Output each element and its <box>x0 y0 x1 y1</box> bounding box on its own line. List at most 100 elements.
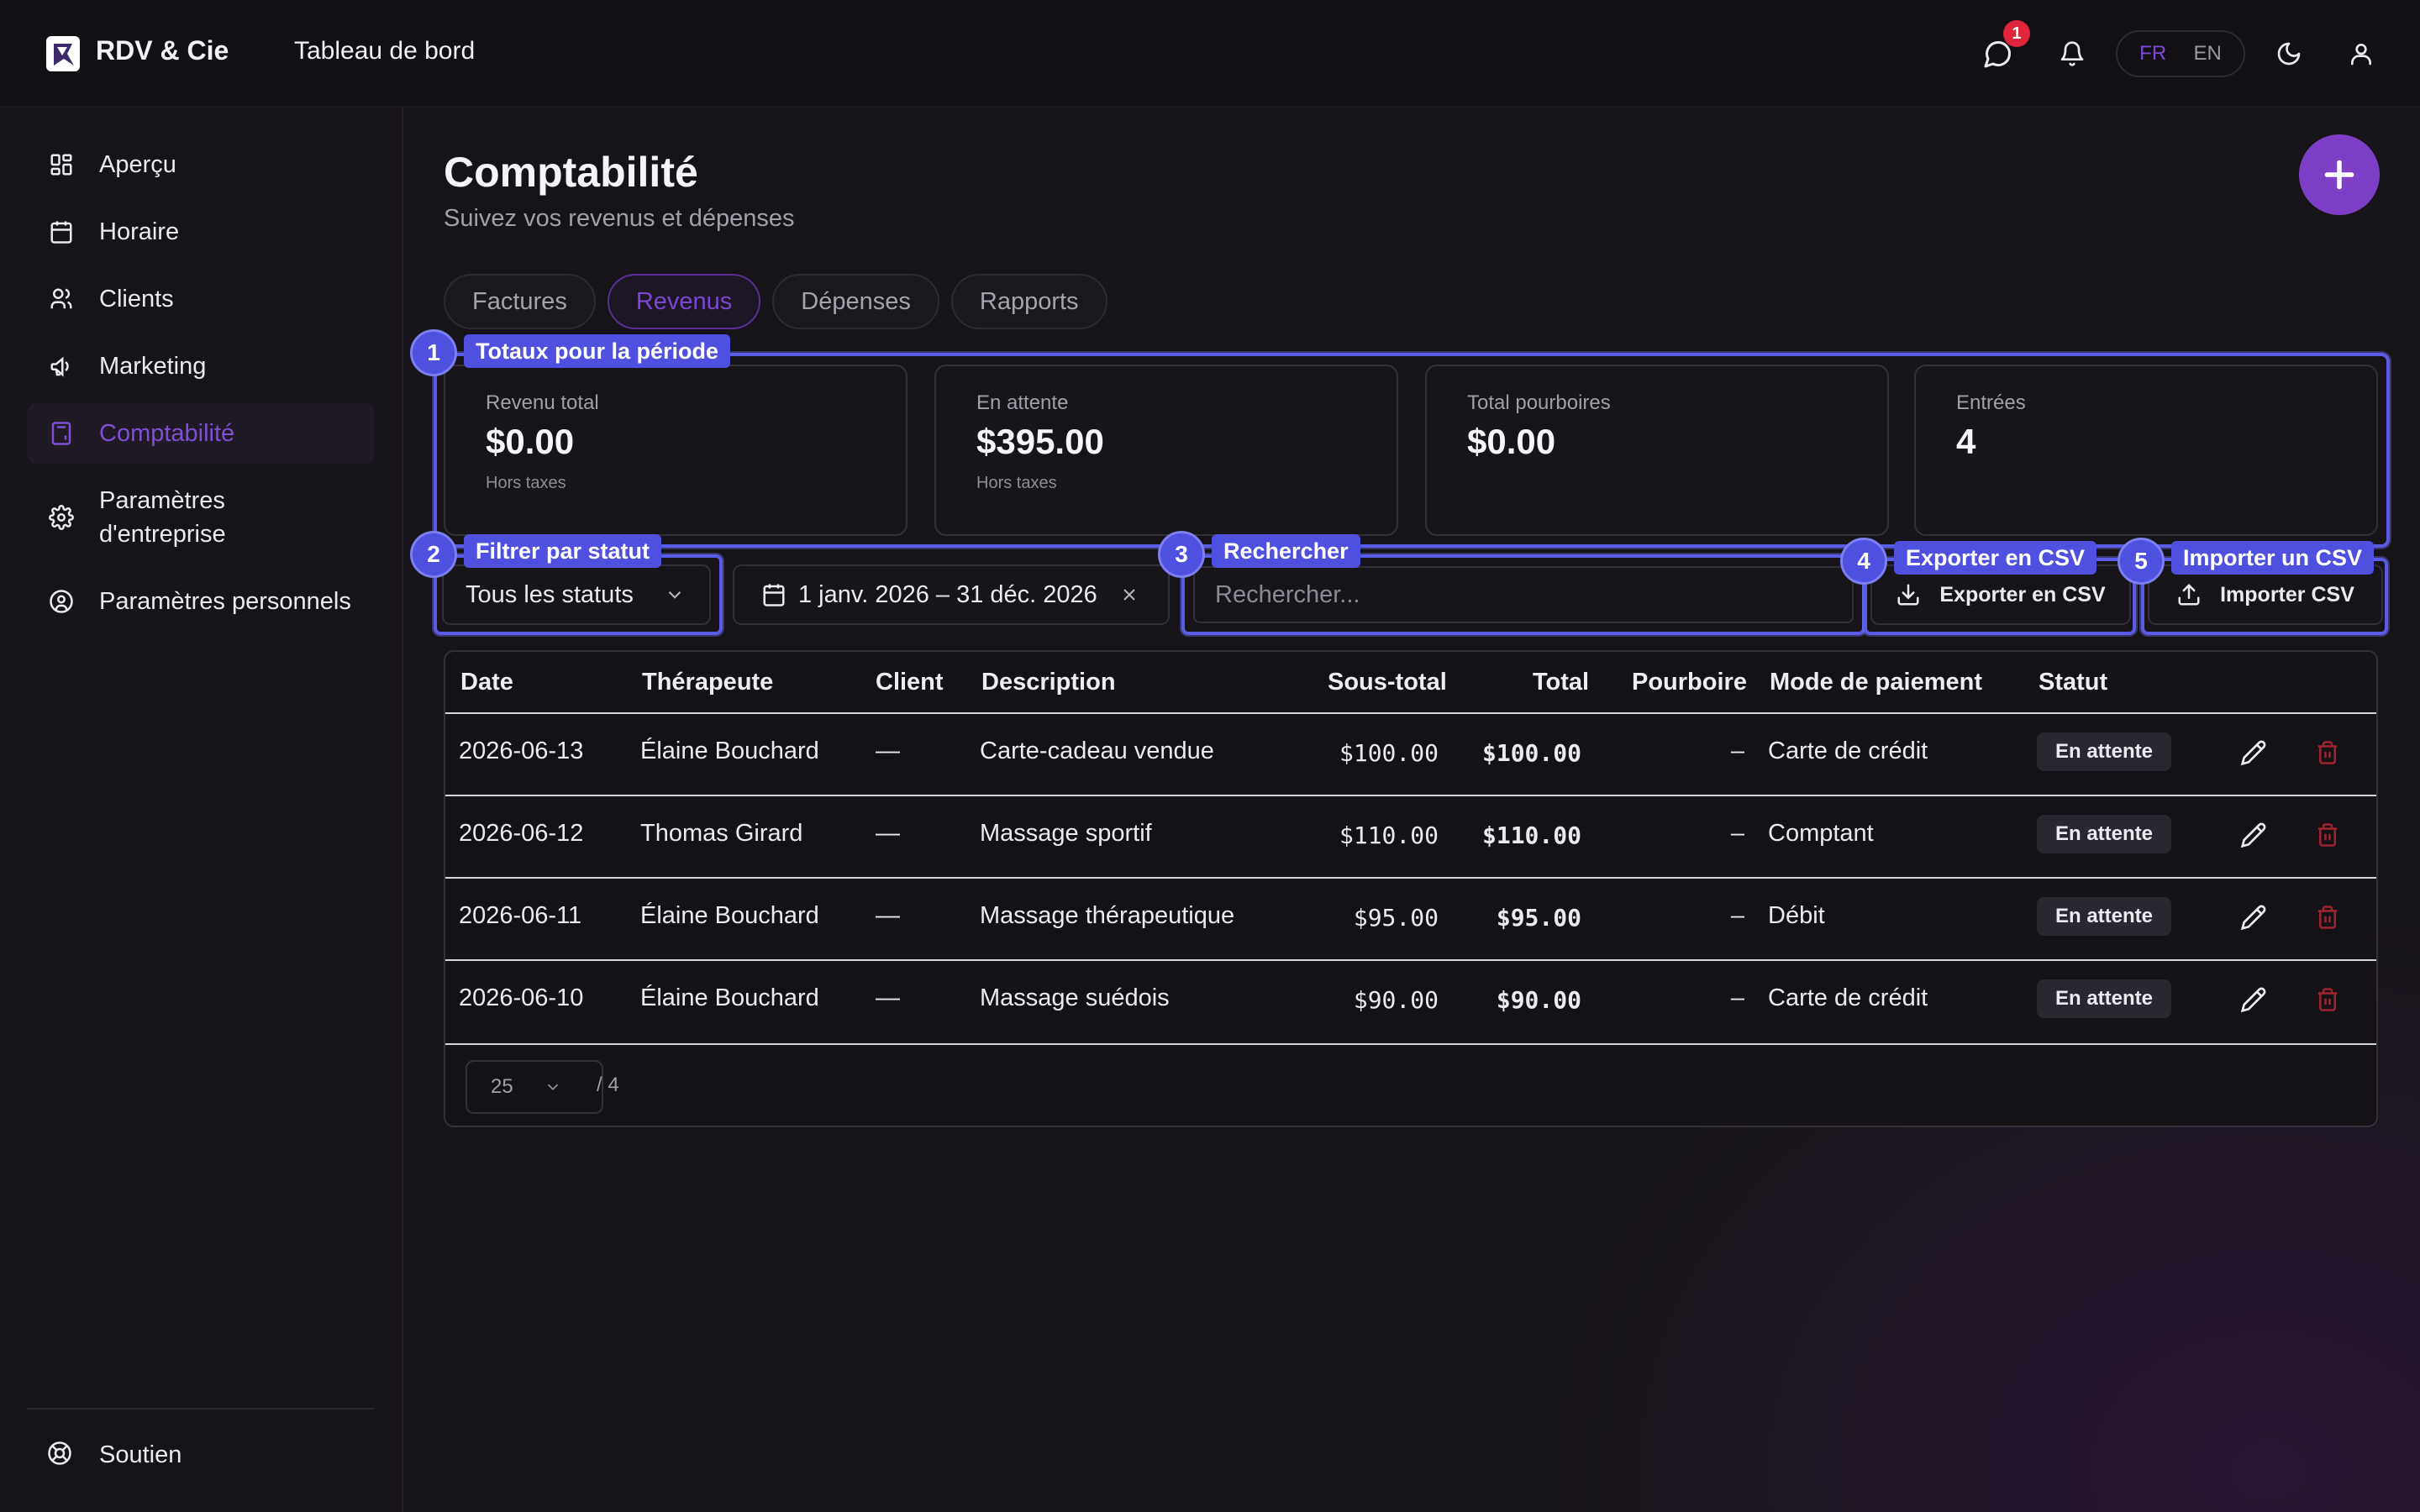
chevron-down-icon <box>668 591 681 599</box>
col-header-total[interactable]: Total <box>1533 669 1589 696</box>
status-badge: En attente <box>2037 979 2172 1018</box>
stat-value: 4 <box>1956 422 1976 461</box>
cell-total: $90.00 <box>1496 986 1581 1014</box>
lang-en[interactable]: EN <box>2193 42 2221 66</box>
col-header-sous-total[interactable]: Sous-total <box>1328 669 1447 696</box>
tab-depenses[interactable]: Dépenses <box>772 274 939 329</box>
lang-fr[interactable]: FR <box>2139 42 2166 66</box>
stat-value: $0.00 <box>1467 422 1556 461</box>
status-badge: En attente <box>2037 897 2172 936</box>
sidebar-item-horaire[interactable]: Horaire <box>27 202 375 262</box>
table-footer-divider <box>445 1043 2376 1045</box>
stat-label: Total pourboires <box>1467 391 1611 414</box>
trash-icon <box>2317 741 2338 764</box>
sidebar-item-parametres-personnels[interactable]: Paramètres personnels <box>27 571 375 632</box>
stat-label: En attente <box>976 391 1069 414</box>
cell-client: — <box>876 902 900 929</box>
logo-icon <box>46 36 80 71</box>
sidebar-item-apercu[interactable]: Aperçu <box>27 134 375 195</box>
table-row[interactable]: 2026-06-13 Élaine Bouchard — Carte-cadea… <box>445 712 2376 795</box>
col-header-description[interactable]: Description <box>981 669 1116 696</box>
status-badge: En attente <box>2037 815 2172 853</box>
profile-button[interactable] <box>2341 34 2381 74</box>
lifebuoy-icon <box>47 1441 76 1469</box>
col-header-client[interactable]: Client <box>876 669 944 696</box>
users-icon <box>47 285 76 313</box>
import-csv-label: Importer CSV <box>2220 582 2354 606</box>
sidebar-item-soutien[interactable]: Soutien <box>27 1425 375 1485</box>
search-input[interactable] <box>1193 566 1854 623</box>
edit-button[interactable] <box>2235 981 2272 1018</box>
sidebar-item-label-line1: Paramètres <box>99 487 225 514</box>
col-header-therapeute[interactable]: Thérapeute <box>642 669 773 696</box>
cell-description: Massage sportif <box>980 820 1152 847</box>
cell-client: — <box>876 738 900 764</box>
stat-value: $395.00 <box>976 422 1104 461</box>
revenue-table: Date Thérapeute Client Description Sous-… <box>444 650 2378 1127</box>
clear-date-icon[interactable] <box>1119 585 1139 605</box>
sidebar-item-marketing[interactable]: Marketing <box>27 336 375 396</box>
tab-factures[interactable]: Factures <box>444 274 596 329</box>
callout-label: Rechercher <box>1212 534 1360 568</box>
col-header-mode-paiement[interactable]: Mode de paiement <box>1770 669 1982 696</box>
cell-tip: – <box>1730 902 1744 929</box>
upload-icon <box>2178 583 2200 606</box>
status-select[interactable]: Tous les statuts <box>442 564 711 625</box>
edit-button[interactable] <box>2235 734 2272 771</box>
cell-total: $100.00 <box>1481 739 1581 767</box>
cell-client: — <box>876 820 900 847</box>
plus-icon <box>2324 160 2354 190</box>
table-row[interactable]: 2026-06-12 Thomas Girard — Massage sport… <box>445 795 2376 877</box>
pencil-icon <box>2240 822 2266 848</box>
stat-card-entrees: Entrées 4 <box>1914 365 2378 536</box>
user-circle-icon <box>47 587 76 616</box>
delete-button[interactable] <box>2309 899 2346 936</box>
sidebar-item-label: Aperçu <box>99 151 176 178</box>
sidebar-item-label: Paramètres personnels <box>99 588 351 615</box>
stat-card-revenu-total: Revenu total $0.00 Hors taxes <box>444 365 908 536</box>
sidebar-item-clients[interactable]: Clients <box>27 269 375 329</box>
export-csv-label: Exporter en CSV <box>1939 582 2106 606</box>
sidebar-item-comptabilite[interactable]: Comptabilité <box>27 403 375 464</box>
brand-name[interactable]: RDV & Cie <box>96 35 229 66</box>
sidebar-divider <box>27 1408 375 1410</box>
chevron-down-icon <box>547 1084 558 1091</box>
language-switcher[interactable]: FR EN <box>2116 30 2245 77</box>
table-row[interactable]: 2026-06-11 Élaine Bouchard — Massage thé… <box>445 877 2376 959</box>
cell-therapist: Élaine Bouchard <box>640 902 819 929</box>
date-range-picker[interactable]: 1 janv. 2026 – 31 déc. 2026 <box>733 564 1170 625</box>
edit-button[interactable] <box>2235 899 2272 936</box>
edit-button[interactable] <box>2235 816 2272 853</box>
col-header-statut[interactable]: Statut <box>2039 669 2107 696</box>
page-size-select[interactable]: 25 <box>466 1060 603 1114</box>
pencil-icon <box>2240 740 2266 766</box>
sidebar-item-parametres-entreprise[interactable]: Paramètres d'entreprise <box>27 477 375 558</box>
cell-total: $95.00 <box>1496 904 1581 932</box>
callout-label: Exporter en CSV <box>1894 541 2097 575</box>
col-header-date[interactable]: Date <box>460 669 513 696</box>
tab-rapports[interactable]: Rapports <box>950 274 1107 329</box>
trash-icon <box>2317 988 2338 1011</box>
cell-subtotal: $90.00 <box>1353 986 1439 1014</box>
table-row[interactable]: 2026-06-10 Élaine Bouchard — Massage sué… <box>445 959 2376 1042</box>
pencil-icon <box>2240 905 2266 931</box>
add-entry-button[interactable] <box>2299 134 2380 215</box>
callout-number: 3 <box>1158 531 1205 578</box>
delete-button[interactable] <box>2309 981 2346 1018</box>
moon-icon <box>2277 42 2301 66</box>
callout-number: 4 <box>1840 538 1887 585</box>
grid-icon <box>47 150 76 179</box>
cell-subtotal: $100.00 <box>1339 739 1439 767</box>
delete-button[interactable] <box>2309 816 2346 853</box>
delete-button[interactable] <box>2309 734 2346 771</box>
user-icon <box>2351 44 2371 66</box>
col-header-pourboire[interactable]: Pourboire <box>1632 669 1747 696</box>
tab-revenus[interactable]: Revenus <box>607 274 761 329</box>
sidebar-item-label: Marketing <box>99 353 207 380</box>
theme-toggle-button[interactable] <box>2269 34 2309 74</box>
cell-date: 2026-06-12 <box>459 820 584 847</box>
notifications-button[interactable] <box>2052 34 2092 74</box>
cell-subtotal: $95.00 <box>1353 904 1439 932</box>
cell-date: 2026-06-13 <box>459 738 584 764</box>
gear-icon <box>47 503 76 532</box>
